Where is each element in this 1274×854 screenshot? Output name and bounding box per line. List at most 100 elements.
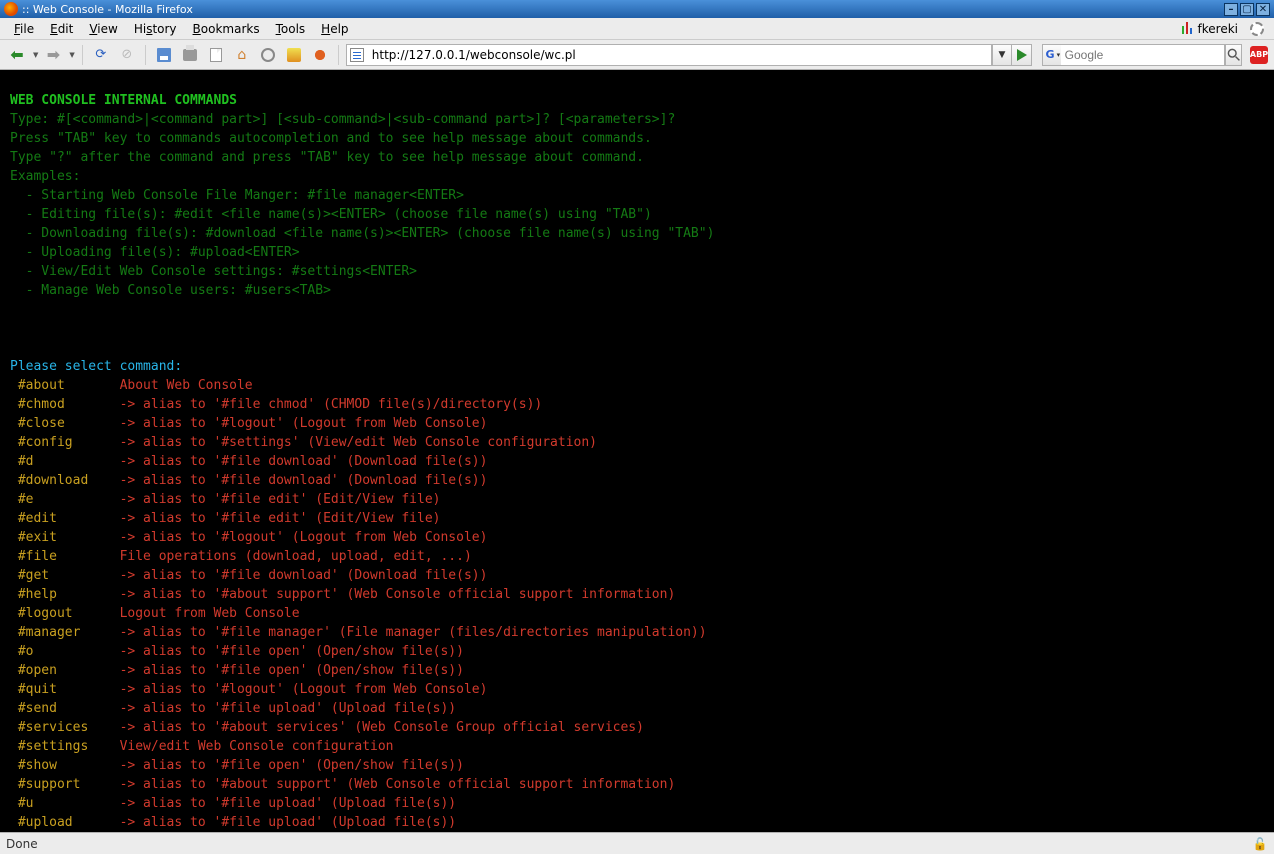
command-name: #download (10, 473, 112, 488)
help-line: - Uploading file(s): #upload<ENTER> (10, 243, 1264, 262)
command-name: #about (10, 378, 112, 393)
menubar: FileEditViewHistoryBookmarksToolsHelp fk… (0, 18, 1274, 40)
command-desc: -> alias to '#logout' (Logout from Web C… (112, 530, 488, 545)
command-row: #e -> alias to '#file edit' (Edit/View f… (10, 490, 1264, 509)
command-desc: -> alias to '#file download' (Download f… (112, 454, 488, 469)
reload-button[interactable]: ⟳ (90, 44, 112, 66)
command-desc: Logout from Web Console (112, 606, 300, 621)
go-button[interactable] (1012, 44, 1032, 66)
command-name: #get (10, 568, 112, 583)
command-desc: -> alias to '#logout' (Logout from Web C… (112, 682, 488, 697)
bookmark-toolbar-label[interactable]: fkereki (1198, 22, 1238, 36)
command-desc: -> alias to '#file manager' (File manage… (112, 625, 707, 640)
command-row: #d -> alias to '#file download' (Downloa… (10, 452, 1264, 471)
help-line: - Manage Web Console users: #users<TAB> (10, 281, 1264, 300)
throbber-icon (1250, 22, 1264, 36)
search-input[interactable] (1061, 44, 1225, 66)
command-desc: -> alias to '#file open' (Open/show file… (112, 663, 464, 678)
command-name: #u (10, 796, 112, 811)
window-maximize-button[interactable]: ▢ (1240, 3, 1254, 16)
command-desc: -> alias to '#about support' (Web Consol… (112, 777, 676, 792)
command-desc: -> alias to '#settings' (View/edit Web C… (112, 435, 597, 450)
help-line: Press "TAB" key to commands autocompleti… (10, 129, 1264, 148)
help-line: - Editing file(s): #edit <file name(s)><… (10, 205, 1264, 224)
command-desc: -> alias to '#file upload' (Upload file(… (112, 701, 456, 716)
menu-view[interactable]: View (81, 20, 125, 38)
address-bar: ▼ (346, 44, 1032, 66)
adblock-plus-button[interactable]: ABP (1250, 46, 1268, 64)
command-row: #u -> alias to '#file upload' (Upload fi… (10, 794, 1264, 813)
home-button[interactable]: ⌂ (231, 44, 253, 66)
new-page-button[interactable] (205, 44, 227, 66)
addon-button[interactable] (309, 44, 331, 66)
help-line: Type "?" after the command and press "TA… (10, 148, 1264, 167)
command-name: #quit (10, 682, 112, 697)
command-desc: -> alias to '#file edit' (Edit/View file… (112, 511, 441, 526)
security-lock-icon[interactable]: 🔓 (1252, 836, 1268, 852)
back-history-dropdown[interactable]: ▼ (33, 51, 38, 59)
command-name: #support (10, 777, 112, 792)
command-row: #services -> alias to '#about services' … (10, 718, 1264, 737)
bookmark-toolbar-icon[interactable] (1180, 22, 1194, 36)
site-identity-icon[interactable] (346, 44, 368, 66)
stop-button[interactable]: ⊘ (116, 44, 138, 66)
window-close-button[interactable]: ✕ (1256, 3, 1270, 16)
command-row: #close -> alias to '#logout' (Logout fro… (10, 414, 1264, 433)
command-row: #show -> alias to '#file open' (Open/sho… (10, 756, 1264, 775)
command-row: #o -> alias to '#file open' (Open/show f… (10, 642, 1264, 661)
command-row: #logout Logout from Web Console (10, 604, 1264, 623)
command-desc: About Web Console (112, 378, 253, 393)
command-desc: -> alias to '#logout' (Logout from Web C… (112, 416, 488, 431)
command-name: #show (10, 758, 112, 773)
command-row: #chmod -> alias to '#file chmod' (CHMOD … (10, 395, 1264, 414)
search-go-button[interactable] (1225, 44, 1242, 66)
command-desc: -> alias to '#file open' (Open/show file… (112, 644, 464, 659)
print-button[interactable] (179, 44, 201, 66)
menu-bookmarks[interactable]: Bookmarks (185, 20, 268, 38)
command-desc: File operations (download, upload, edit,… (112, 549, 472, 564)
command-row: #send -> alias to '#file upload' (Upload… (10, 699, 1264, 718)
menu-tools[interactable]: Tools (268, 20, 314, 38)
command-row: #download -> alias to '#file download' (… (10, 471, 1264, 490)
command-name: #settings (10, 739, 112, 754)
help-line: Type: #[<command>|<command part>] [<sub-… (10, 110, 1264, 129)
window-minimize-button[interactable]: – (1224, 3, 1238, 16)
status-text: Done (6, 837, 38, 851)
search-bar: G (1042, 44, 1242, 66)
web-console-terminal[interactable]: WEB CONSOLE INTERNAL COMMANDS Type: #[<c… (0, 70, 1274, 832)
help-line: - Starting Web Console File Manger: #fil… (10, 186, 1264, 205)
forward-history-dropdown[interactable]: ▼ (69, 51, 74, 59)
settings-button[interactable] (257, 44, 279, 66)
feed-button[interactable] (283, 44, 305, 66)
command-desc: -> alias to '#file download' (Download f… (112, 473, 488, 488)
url-history-dropdown[interactable]: ▼ (992, 44, 1012, 66)
command-name: #help (10, 587, 112, 602)
command-name: #config (10, 435, 112, 450)
menu-history[interactable]: History (126, 20, 185, 38)
url-input[interactable] (368, 44, 992, 66)
save-button[interactable] (153, 44, 175, 66)
back-button[interactable]: ⬅ (6, 44, 28, 66)
command-name: #manager (10, 625, 112, 640)
command-row: #upload -> alias to '#file upload' (Uplo… (10, 813, 1264, 832)
command-desc: -> alias to '#file download' (Download f… (112, 568, 488, 583)
command-name: #edit (10, 511, 112, 526)
command-name: #open (10, 663, 112, 678)
search-engine-selector[interactable]: G (1042, 44, 1061, 66)
command-name: #chmod (10, 397, 112, 412)
command-desc: -> alias to '#about support' (Web Consol… (112, 587, 676, 602)
console-heading: WEB CONSOLE INTERNAL COMMANDS (10, 93, 237, 108)
command-name: #send (10, 701, 112, 716)
menu-edit[interactable]: Edit (42, 20, 81, 38)
command-row: #manager -> alias to '#file manager' (Fi… (10, 623, 1264, 642)
command-row: #get -> alias to '#file download' (Downl… (10, 566, 1264, 585)
command-desc: -> alias to '#file open' (Open/show file… (112, 758, 464, 773)
menu-file[interactable]: File (6, 20, 42, 38)
help-line: - View/Edit Web Console settings: #setti… (10, 262, 1264, 281)
toolbar-separator (82, 45, 83, 65)
command-row: #open -> alias to '#file open' (Open/sho… (10, 661, 1264, 680)
navigation-toolbar: ⬅ ▼ ➡ ▼ ⟳ ⊘ ⌂ ▼ G ABP (0, 40, 1274, 70)
command-name: #services (10, 720, 112, 735)
forward-button[interactable]: ➡ (42, 44, 64, 66)
menu-help[interactable]: Help (313, 20, 356, 38)
